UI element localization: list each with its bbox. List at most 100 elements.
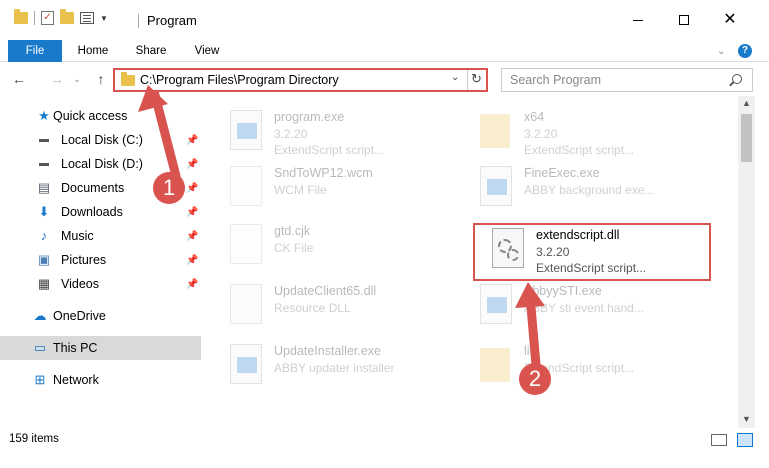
- folder-icon: [480, 348, 510, 382]
- folder-icon[interactable]: [14, 9, 28, 24]
- address-history-chevron-icon[interactable]: ⌄: [451, 72, 459, 83]
- file-name: UpdateClient65.dll: [274, 284, 377, 298]
- folder-icon: [480, 114, 510, 148]
- pin-icon[interactable]: 📌: [186, 183, 198, 194]
- help-icon[interactable]: ?: [738, 44, 752, 58]
- file-version: 3.2.20: [274, 127, 308, 141]
- file-version: 3.2.20: [524, 127, 558, 141]
- sidebar-item-label: Local Disk (D:): [61, 157, 143, 171]
- vertical-scrollbar[interactable]: ▲ ▼: [738, 96, 755, 428]
- forward-button[interactable]: →: [48, 70, 66, 88]
- file-version: ABBY sti event hand...: [524, 301, 644, 315]
- file-description: ExtendScript script...: [524, 143, 635, 157]
- tab-file[interactable]: File: [8, 40, 62, 62]
- navigation-pane: ★ Quick access ▬ Local Disk (C:) 📌 ▬ Loc…: [0, 96, 205, 428]
- sidebar-item-label: Videos: [61, 277, 99, 291]
- pictures-icon: ▣: [37, 252, 51, 267]
- new-folder-icon[interactable]: [60, 9, 74, 24]
- close-button[interactable]: ✕: [707, 0, 753, 40]
- large-icons-view-icon[interactable]: [737, 433, 753, 447]
- scroll-up-arrow-icon[interactable]: ▲: [742, 98, 751, 108]
- navigation-bar: ← → ⌄ ↑ C:\Program Files\Program Directo…: [0, 63, 769, 96]
- file-item[interactable]: SndToWP12.wcm WCM File: [214, 162, 462, 220]
- file-name: gtd.cjk: [274, 224, 311, 238]
- downloads-icon: ⬇: [38, 204, 50, 219]
- file-version: CK File: [274, 241, 314, 255]
- file-item[interactable]: UpdateClient65.dll Resource DLL: [214, 280, 462, 338]
- tab-view[interactable]: View: [186, 40, 228, 62]
- ribbon: File Home Share View ⌄ ?: [0, 40, 769, 62]
- status-bar: 159 items: [0, 428, 769, 468]
- sidebar-item-network[interactable]: ⊞ Network: [0, 368, 201, 392]
- onedrive-icon: ☁: [33, 308, 47, 323]
- quick-access-toolbar: ✓ ▼: [14, 9, 108, 25]
- exe-file-icon: [230, 344, 262, 384]
- address-bar[interactable]: C:\Program Files\Program Directory ⌄ ↻: [113, 68, 488, 92]
- scroll-down-arrow-icon[interactable]: ▼: [742, 414, 751, 424]
- file-name: AbbyySTI.exe: [524, 284, 602, 298]
- file-icon: [230, 166, 262, 206]
- pin-icon[interactable]: 📌: [186, 231, 198, 242]
- up-button[interactable]: ↑: [92, 70, 110, 88]
- file-item[interactable]: AbbyySTI.exe ABBY sti event hand...: [464, 280, 712, 338]
- folder-item[interactable]: x64 3.2.20 ExtendScript script...: [464, 106, 712, 164]
- item-count: 159 items: [9, 433, 59, 445]
- drive-icon: ▬: [39, 134, 49, 145]
- sidebar-item-pictures[interactable]: ▣ Pictures 📌: [0, 248, 201, 272]
- highlight-box: [473, 223, 711, 281]
- search-placeholder: Search Program: [510, 73, 602, 87]
- file-item[interactable]: FineExec.exe ABBY background exe...: [464, 162, 712, 220]
- pin-icon[interactable]: 📌: [186, 279, 198, 290]
- exe-file-icon: [480, 166, 512, 206]
- file-item[interactable]: program.exe 3.2.20 ExtendScript script..…: [214, 106, 462, 164]
- search-input[interactable]: Search Program: [501, 68, 753, 92]
- maximize-button[interactable]: [661, 0, 707, 40]
- properties-list-icon[interactable]: [80, 12, 94, 24]
- sidebar-item-music[interactable]: ♪ Music 📌: [0, 224, 201, 248]
- close-icon: ✕: [723, 11, 737, 28]
- tab-share[interactable]: Share: [128, 40, 174, 62]
- pin-icon[interactable]: 📌: [186, 135, 198, 146]
- sidebar-item-videos[interactable]: ▦ Videos 📌: [0, 272, 201, 296]
- pin-icon[interactable]: 📌: [186, 255, 198, 266]
- qat-divider: [34, 11, 35, 25]
- sidebar-item-onedrive[interactable]: ☁ OneDrive: [0, 304, 201, 328]
- file-item[interactable]: UpdateInstaller.exe ABBY updater install…: [214, 340, 462, 398]
- pin-icon[interactable]: 📌: [186, 207, 198, 218]
- minimize-button[interactable]: [615, 0, 661, 40]
- file-version: ABBY updater installer: [274, 361, 395, 375]
- sidebar-item-this-pc[interactable]: ▭ This PC: [0, 336, 201, 360]
- dll-file-icon: [230, 284, 262, 324]
- customize-qat-chevron-icon[interactable]: ▼: [100, 14, 108, 23]
- folder-item[interactable]: lib ExtendScript script...: [464, 340, 712, 398]
- back-button[interactable]: ←: [10, 70, 28, 88]
- details-view-icon[interactable]: [711, 434, 727, 446]
- file-icon: [230, 224, 262, 264]
- refresh-button[interactable]: ↻: [471, 71, 482, 87]
- file-name: FineExec.exe: [524, 166, 600, 180]
- file-name: UpdateInstaller.exe: [274, 344, 382, 358]
- minimize-icon: [633, 19, 643, 21]
- pin-icon[interactable]: 📌: [186, 159, 198, 170]
- sidebar-item-local-disk-c[interactable]: ▬ Local Disk (C:) 📌: [0, 128, 201, 152]
- expand-ribbon-chevron-icon[interactable]: ⌄: [717, 46, 725, 57]
- exe-file-icon: [230, 110, 262, 150]
- sidebar-item-label: Pictures: [61, 253, 107, 267]
- computer-icon: ▭: [33, 340, 47, 355]
- properties-check-icon[interactable]: ✓: [41, 11, 54, 25]
- tab-home[interactable]: Home: [70, 40, 116, 62]
- search-icon: [732, 74, 742, 84]
- title-divider: [138, 14, 139, 28]
- sidebar-item-label: This PC: [53, 341, 98, 355]
- drive-icon: ▬: [39, 158, 49, 169]
- step-1-badge: 1: [153, 172, 185, 204]
- recent-locations-chevron-icon[interactable]: ⌄: [68, 70, 86, 88]
- videos-icon: ▦: [37, 276, 51, 291]
- address-path[interactable]: C:\Program Files\Program Directory: [140, 73, 339, 87]
- file-name: program.exe: [274, 110, 345, 124]
- sidebar-item-label: Local Disk (C:): [61, 133, 143, 147]
- maximize-icon: [679, 15, 689, 25]
- sidebar-item-quick-access[interactable]: ★ Quick access: [0, 104, 201, 128]
- file-item[interactable]: gtd.cjk CK File: [214, 220, 462, 278]
- scrollbar-thumb[interactable]: [741, 114, 752, 162]
